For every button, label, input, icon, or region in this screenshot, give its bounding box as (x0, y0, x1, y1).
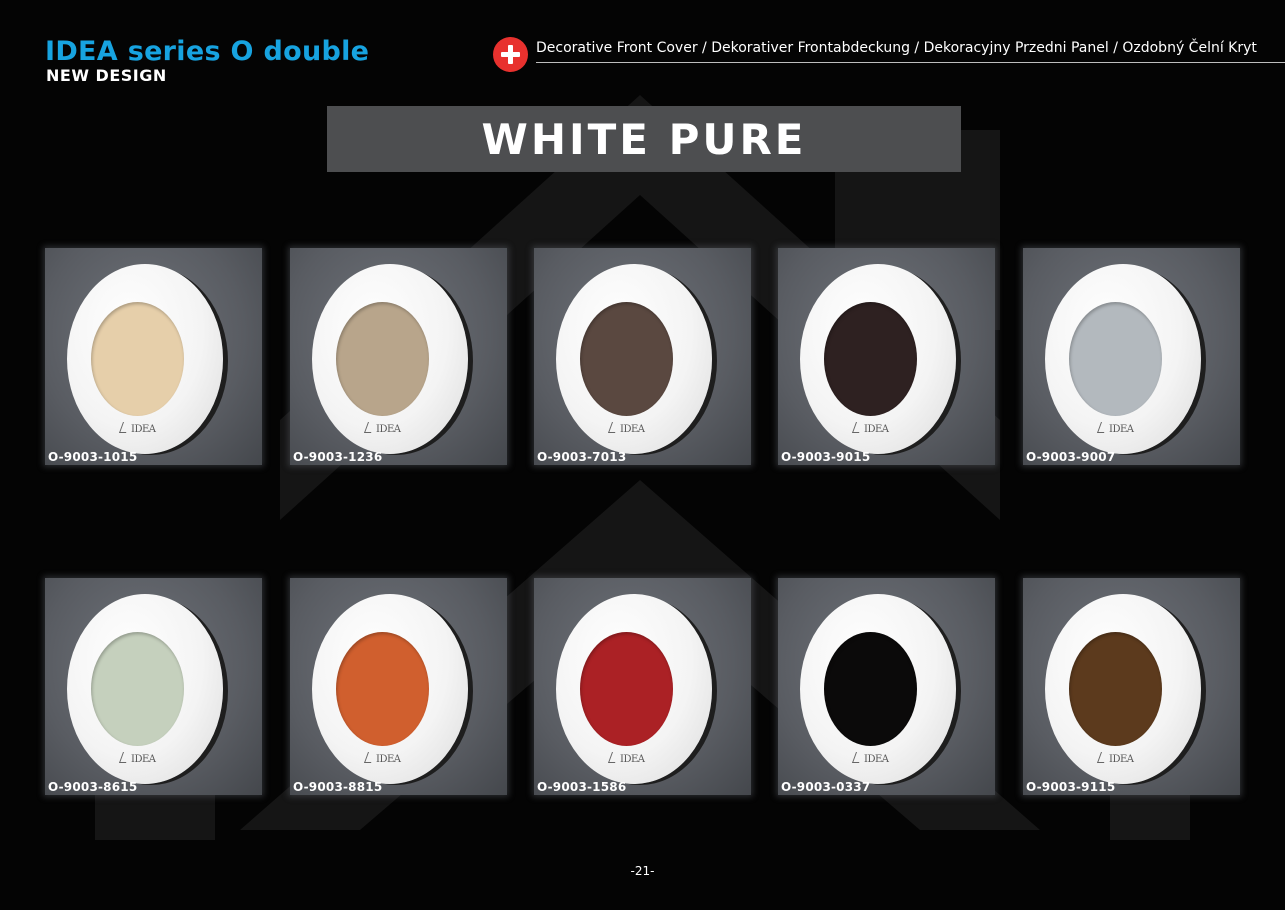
color-insert (824, 632, 917, 746)
brand-logo: IDEA (118, 752, 156, 765)
product-grid: IDEA O-9003-1015 IDEA O-9003-1236 IDEA O-9003… (45, 248, 1240, 808)
brand-mark-icon (118, 422, 131, 433)
front-cover-frame: IDEA (1045, 594, 1201, 784)
brand-logo: IDEA (363, 422, 401, 435)
brand-mark-icon (607, 752, 620, 763)
color-variant-banner: WHITE PURE (327, 106, 961, 172)
brand-label: IDEA (1109, 754, 1134, 765)
front-cover-frame: IDEA (800, 264, 956, 454)
product-tile: IDEA O-9003-0337 (778, 578, 995, 795)
product-tile: IDEA O-9003-7013 (534, 248, 751, 465)
product-code: O-9003-7013 (537, 450, 627, 464)
product-code: O-9003-0337 (781, 780, 871, 794)
banner-title: WHITE PURE (481, 114, 807, 164)
brand-logo: IDEA (1096, 752, 1134, 765)
brand-logo: IDEA (1096, 422, 1134, 435)
series-title: IDEA series O double (45, 36, 370, 67)
product-code: O-9003-9007 (1026, 450, 1116, 464)
product-code: O-9003-1015 (48, 450, 138, 464)
brand-mark-icon (118, 752, 131, 763)
brand-label: IDEA (864, 754, 889, 765)
front-cover-frame: IDEA (1045, 264, 1201, 454)
color-insert (91, 632, 184, 746)
product-code: O-9003-1236 (293, 450, 383, 464)
brand-mark-icon (851, 752, 864, 763)
brand-logo: IDEA (851, 422, 889, 435)
brand-label: IDEA (864, 424, 889, 435)
brand-label: IDEA (1109, 424, 1134, 435)
brand-mark-icon (607, 422, 620, 433)
product-code: O-9003-1586 (537, 780, 627, 794)
front-cover-frame: IDEA (312, 594, 468, 784)
product-tile: IDEA O-9003-1015 (45, 248, 262, 465)
product-code: O-9003-9015 (781, 450, 871, 464)
plus-icon (493, 37, 528, 72)
color-insert (824, 302, 917, 416)
color-insert (580, 302, 673, 416)
front-cover-frame: IDEA (312, 264, 468, 454)
brand-label: IDEA (620, 424, 645, 435)
product-code: O-9003-9115 (1026, 780, 1116, 794)
brand-logo: IDEA (363, 752, 401, 765)
brand-label: IDEA (376, 424, 401, 435)
brand-mark-icon (851, 422, 864, 433)
product-tile: IDEA O-9003-1586 (534, 578, 751, 795)
brand-logo: IDEA (607, 422, 645, 435)
product-tile: IDEA O-9003-8815 (290, 578, 507, 795)
product-tile: IDEA O-9003-8615 (45, 578, 262, 795)
brand-label: IDEA (131, 754, 156, 765)
page-number: -21- (630, 864, 655, 878)
series-subtitle: NEW DESIGN (46, 66, 167, 85)
cover-description: Decorative Front Cover / Dekorativer Fro… (536, 40, 1257, 56)
front-cover-frame: IDEA (556, 594, 712, 784)
brand-label: IDEA (131, 424, 156, 435)
brand-logo: IDEA (607, 752, 645, 765)
product-code: O-9003-8815 (293, 780, 383, 794)
brand-label: IDEA (376, 754, 401, 765)
brand-mark-icon (363, 422, 376, 433)
brand-label: IDEA (620, 754, 645, 765)
brand-logo: IDEA (851, 752, 889, 765)
product-code: O-9003-8615 (48, 780, 138, 794)
product-tile: IDEA O-9003-1236 (290, 248, 507, 465)
color-insert (1069, 632, 1162, 746)
brand-mark-icon (1096, 422, 1109, 433)
front-cover-frame: IDEA (67, 264, 223, 454)
header-divider (536, 62, 1285, 63)
color-insert (1069, 302, 1162, 416)
front-cover-frame: IDEA (67, 594, 223, 784)
color-insert (336, 302, 429, 416)
product-tile: IDEA O-9003-9015 (778, 248, 995, 465)
product-tile: IDEA O-9003-9007 (1023, 248, 1240, 465)
brand-mark-icon (363, 752, 376, 763)
color-insert (91, 302, 184, 416)
brand-logo: IDEA (118, 422, 156, 435)
brand-mark-icon (1096, 752, 1109, 763)
color-insert (580, 632, 673, 746)
product-tile: IDEA O-9003-9115 (1023, 578, 1240, 795)
front-cover-frame: IDEA (556, 264, 712, 454)
color-insert (336, 632, 429, 746)
front-cover-frame: IDEA (800, 594, 956, 784)
